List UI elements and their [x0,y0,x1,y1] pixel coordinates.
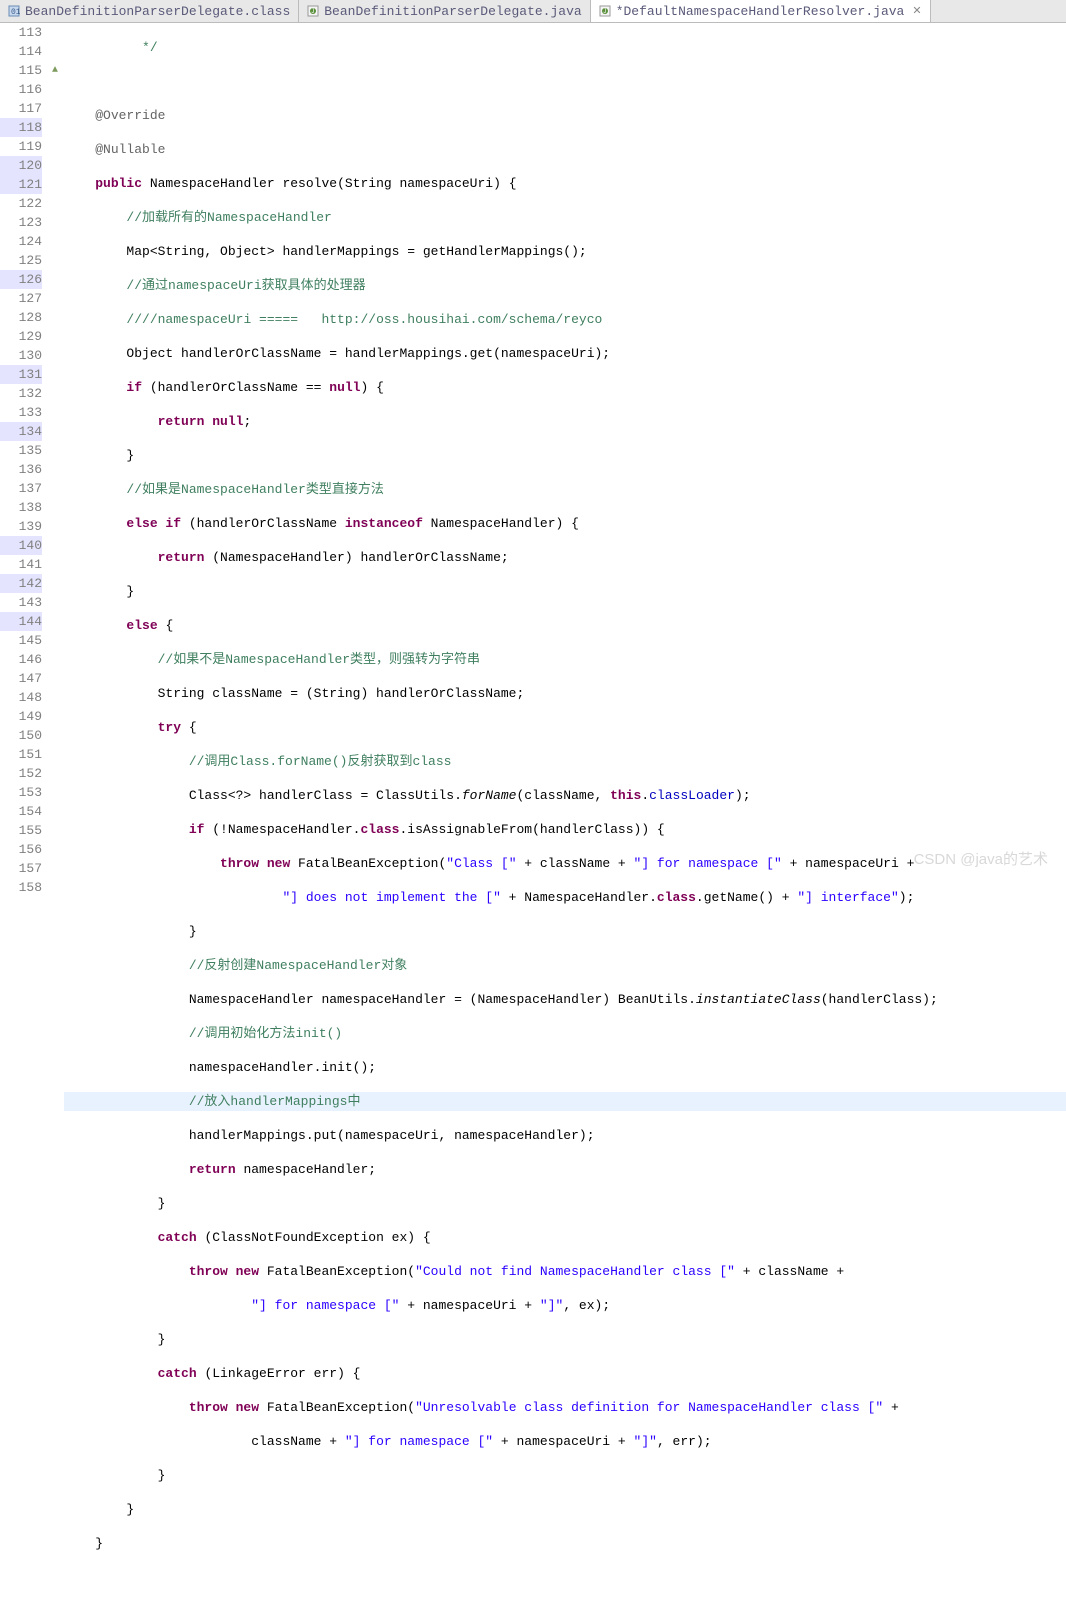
tab-file-1[interactable]: 010 BeanDefinitionParserDelegate.class [0,0,299,22]
close-icon[interactable]: ✕ [912,4,921,18]
marker-column: ▲ [46,23,64,1617]
svg-text:010: 010 [11,8,20,17]
editor-tabs: 010 BeanDefinitionParserDelegate.class J… [0,0,1066,23]
code-area[interactable]: */ @Override @Nullable public NamespaceH… [64,23,1066,1617]
line-number-gutter: 1131141151161171181191201211221231241251… [0,23,46,1617]
tab-file-2[interactable]: J BeanDefinitionParserDelegate.java [299,0,590,22]
tab-label: BeanDefinitionParserDelegate.java [324,4,581,19]
class-file-icon: 010 [8,5,20,17]
tab-file-3-active[interactable]: J *DefaultNamespaceHandlerResolver.java … [591,0,931,22]
java-file-icon: J [599,5,611,17]
java-file-icon: J [307,5,319,17]
svg-text:J: J [603,8,607,15]
code-editor[interactable]: 1131141151161171181191201211221231241251… [0,23,1066,1617]
svg-text:J: J [311,8,315,15]
tab-label: *DefaultNamespaceHandlerResolver.java [616,4,905,19]
tab-label: BeanDefinitionParserDelegate.class [25,4,290,19]
